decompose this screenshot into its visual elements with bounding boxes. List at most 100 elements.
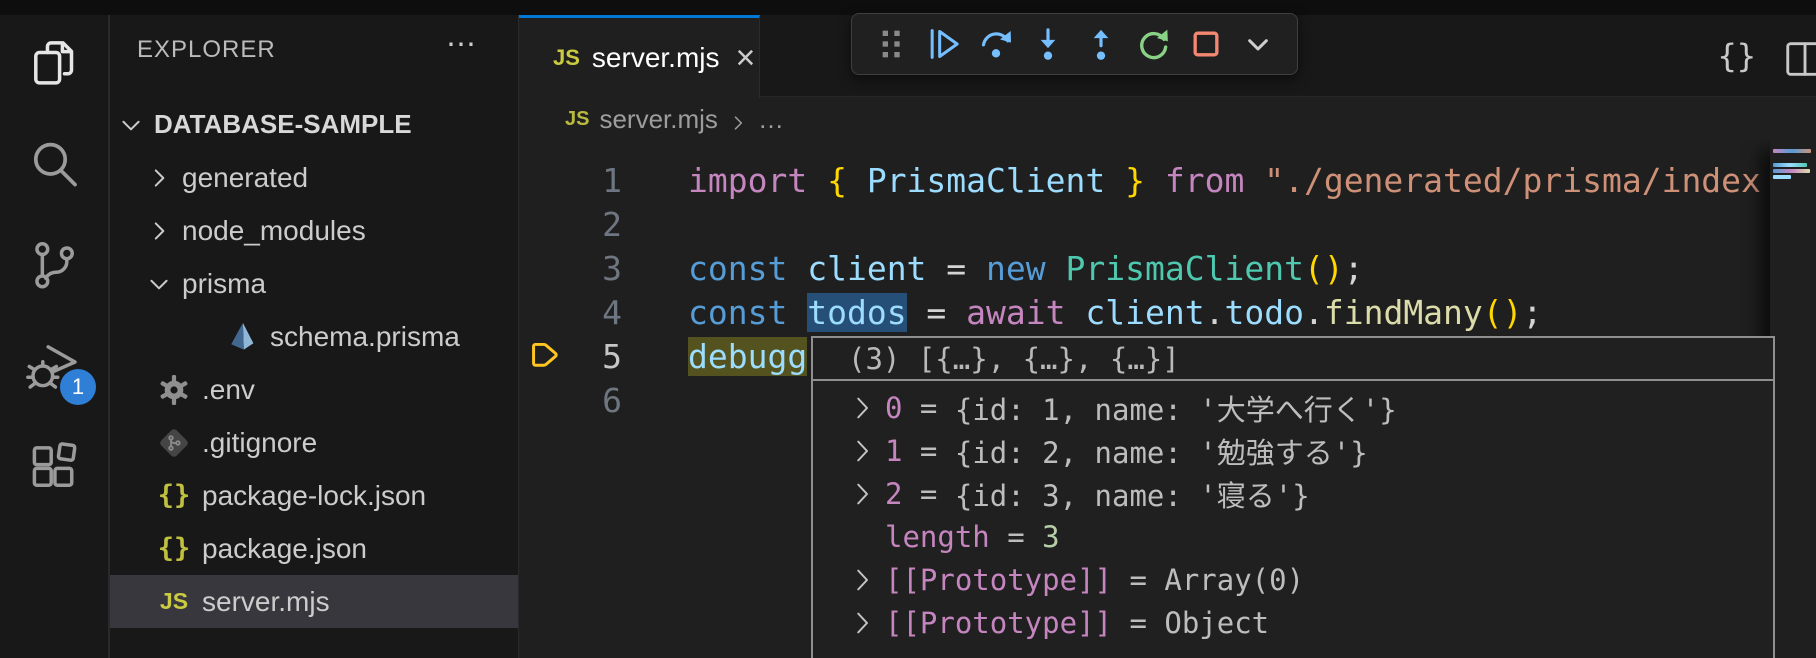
- code-line[interactable]: 2: [519, 202, 1816, 246]
- chevron-right-icon: [146, 218, 172, 244]
- continue-button[interactable]: [918, 19, 968, 69]
- variable-name: 2: [885, 477, 902, 511]
- chevron-down-icon: [118, 112, 144, 138]
- code-area[interactable]: 1 import { PrismaClient } from "./generat…: [519, 140, 1816, 658]
- code-token: {: [827, 161, 867, 200]
- line-number[interactable]: 1: [519, 161, 622, 200]
- popup-variable-row[interactable]: 0 = {id: 1, name: '大学へ行く'}: [813, 386, 1773, 429]
- code-token: (): [1304, 249, 1344, 288]
- step-into-button[interactable]: [1023, 19, 1073, 69]
- line-number[interactable]: 4: [519, 293, 622, 332]
- debug-hover-popup: (3) [{…}, {…}, {…}] 0 = {id: 1, name: '大…: [811, 336, 1775, 658]
- vscode-window: 1 EXPLORER ⋯ DATABASE-SAMPLE: [0, 0, 1816, 658]
- extensions-icon: [26, 439, 82, 500]
- split-editor-icon[interactable]: [1782, 36, 1816, 76]
- code-line[interactable]: 4const todos = await client.todo.findMan…: [519, 290, 1816, 334]
- restart-button[interactable]: [1128, 19, 1178, 69]
- step-over-button[interactable]: [971, 19, 1021, 69]
- code-token: ;: [1523, 293, 1543, 332]
- code-token: client: [1085, 293, 1204, 332]
- tree-item-server-mjs[interactable]: JS server.mjs: [110, 575, 518, 628]
- popup-variable-row[interactable]: [[Prototype]] = Object: [813, 601, 1773, 644]
- tree-item-gitignore[interactable]: .gitignore: [110, 416, 518, 469]
- gear-icon: [156, 372, 192, 408]
- line-number[interactable]: 6: [519, 381, 622, 420]
- js-icon: JS: [156, 584, 192, 620]
- explorer-title: EXPLORER: [137, 36, 276, 64]
- tree-item-node-modules[interactable]: node_modules: [110, 204, 518, 257]
- code-token: ;: [1344, 249, 1364, 288]
- popup-variable-row[interactable]: 2 = {id: 3, name: '寝る'}: [813, 472, 1773, 515]
- activity-bar: 1: [0, 15, 110, 658]
- code-token: const: [688, 249, 807, 288]
- variable-name: length: [885, 520, 990, 554]
- tree-item-env[interactable]: .env: [110, 363, 518, 416]
- breadcrumb-file[interactable]: server.mjs: [599, 104, 717, 135]
- js-icon: JS: [553, 45, 580, 71]
- variable-value: {id: 2, name: '勉強する'}: [955, 430, 1368, 472]
- code-token: PrismaClient: [867, 161, 1105, 200]
- popup-variable-row[interactable]: 1 = {id: 2, name: '勉強する'}: [813, 429, 1773, 472]
- code-token: (): [1483, 293, 1523, 332]
- line-number[interactable]: 5: [519, 337, 622, 376]
- equals-sign: =: [902, 391, 954, 425]
- code-token: client: [807, 249, 926, 288]
- git-icon: [156, 425, 192, 461]
- line-number[interactable]: 2: [519, 205, 622, 244]
- tree-item-database-sample[interactable]: DATABASE-SAMPLE: [110, 98, 518, 151]
- step-out-button[interactable]: [1076, 19, 1126, 69]
- code-token: .: [1304, 293, 1324, 332]
- variable-name: 0: [885, 391, 902, 425]
- equals-sign: =: [902, 477, 954, 511]
- line-number[interactable]: 3: [519, 249, 622, 288]
- editor-group: JS server.mjs × {}: [519, 15, 1816, 658]
- code-line[interactable]: 3const client = new PrismaClient();: [519, 246, 1816, 290]
- breadcrumb: JS server.mjs …: [519, 98, 1816, 140]
- stop-button[interactable]: [1181, 19, 1231, 69]
- tree-item-package-lock-json[interactable]: {} package-lock.json: [110, 469, 518, 522]
- code-token: todo: [1224, 293, 1303, 332]
- popup-variable-row[interactable]: [[Prototype]] = Array(0): [813, 558, 1773, 601]
- activity-source-control[interactable]: [0, 217, 108, 318]
- variable-name: [[Prototype]]: [885, 563, 1112, 597]
- chevron-right-icon[interactable]: [847, 565, 877, 595]
- minimap[interactable]: [1770, 140, 1816, 658]
- toolbar-drag-handle[interactable]: [866, 19, 916, 69]
- chevron-right-icon[interactable]: [847, 479, 877, 509]
- code-text: import { PrismaClient } from "./generate…: [688, 158, 1761, 202]
- json-icon: {}: [156, 531, 192, 567]
- tree-item-prisma[interactable]: prisma: [110, 257, 518, 310]
- popup-summary: (3) [{…}, {…}, {…}]: [813, 338, 1773, 381]
- equals-sign: =: [990, 520, 1042, 554]
- tree-item-schema-prisma[interactable]: schema.prisma: [110, 310, 518, 363]
- tree-item-package-json[interactable]: {} package.json: [110, 522, 518, 575]
- tab-server-mjs[interactable]: JS server.mjs ×: [519, 15, 760, 98]
- debug-badge: 1: [60, 369, 96, 405]
- explorer-more-button[interactable]: ⋯: [446, 27, 478, 62]
- chevron-right-icon[interactable]: [847, 608, 877, 638]
- breadcrumb-more[interactable]: …: [758, 104, 784, 135]
- code-token: findMany: [1324, 293, 1483, 332]
- code-token: from: [1145, 161, 1264, 200]
- code-line[interactable]: 1 import { PrismaClient } from "./generat…: [519, 158, 1816, 202]
- minimap-line: [1773, 149, 1811, 153]
- activity-search[interactable]: [0, 116, 108, 217]
- files-icon: [26, 35, 82, 96]
- tab-close-icon[interactable]: ×: [736, 41, 756, 75]
- variable-value: Array(0): [1164, 563, 1304, 597]
- tree-item-generated[interactable]: generated: [110, 151, 518, 204]
- chevron-right-icon[interactable]: [847, 436, 877, 466]
- search-icon: [26, 136, 82, 197]
- minimap-line: [1773, 163, 1807, 167]
- popup-variable-row[interactable]: length = 3: [813, 515, 1773, 558]
- chevron-right-icon[interactable]: [847, 393, 877, 423]
- curly-braces-icon[interactable]: {}: [1717, 37, 1756, 75]
- code-token: import: [688, 161, 827, 200]
- equals-sign: =: [1112, 563, 1164, 597]
- activity-run-and-debug[interactable]: 1: [0, 318, 108, 419]
- activity-extensions[interactable]: [0, 419, 108, 520]
- popup-body: 0 = {id: 1, name: '大学へ行く'}1 = {id: 2, na…: [813, 381, 1773, 644]
- explorer-sidebar: EXPLORER ⋯ DATABASE-SAMPLE generated nod…: [110, 15, 519, 658]
- activity-explorer[interactable]: [0, 15, 108, 116]
- toolbar-more-chevron-icon[interactable]: [1233, 19, 1283, 69]
